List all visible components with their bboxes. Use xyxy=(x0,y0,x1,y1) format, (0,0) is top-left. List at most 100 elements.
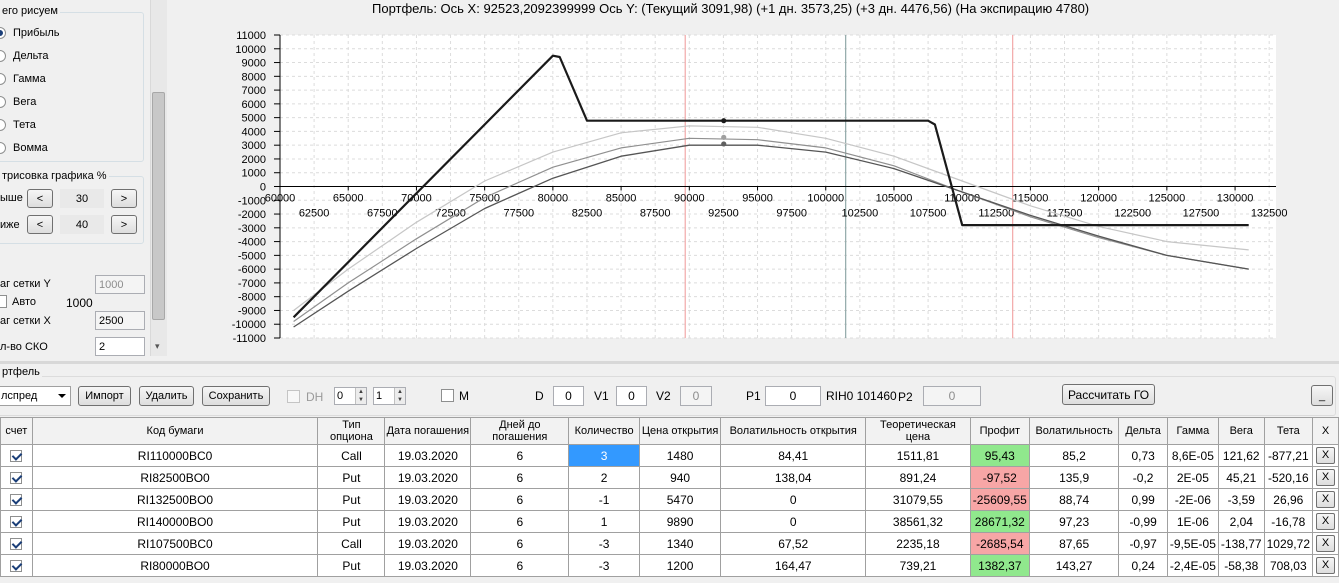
cell-theta[interactable]: 708,03 xyxy=(1263,554,1314,577)
cell-date[interactable]: 19.03.2020 xyxy=(384,466,472,489)
v2-input[interactable]: 0 xyxy=(680,386,712,406)
cell-open-vol[interactable]: 0 xyxy=(720,510,867,533)
cell-type[interactable]: Put xyxy=(317,510,386,533)
save-button[interactable]: Сохранить xyxy=(202,386,270,406)
remove-row-button[interactable]: X xyxy=(1316,469,1335,486)
cell-days[interactable]: 6 xyxy=(470,532,570,555)
data-point[interactable] xyxy=(721,141,727,147)
cell-profit[interactable]: 1382,37 xyxy=(969,554,1030,577)
grid-x-input[interactable]: 2500 xyxy=(95,311,145,330)
cell-qty[interactable]: -3 xyxy=(568,554,640,577)
cell-gamma[interactable]: -2E-06 xyxy=(1166,488,1219,511)
cell-theo[interactable]: 1511,81 xyxy=(865,444,971,467)
radio-option-gamma[interactable]: Гамма xyxy=(0,71,46,87)
cell-vol[interactable]: 88,74 xyxy=(1028,488,1120,511)
cell-gamma[interactable]: -2,4E-05 xyxy=(1166,554,1219,577)
cell-vol[interactable]: 97,23 xyxy=(1028,510,1120,533)
cell-open-price[interactable]: 1200 xyxy=(638,554,722,577)
scroll-down-icon[interactable]: ▾ xyxy=(155,341,160,352)
p1-input[interactable]: 0 xyxy=(765,386,821,406)
spin-1[interactable]: 0 ▲ ▼ xyxy=(334,387,367,405)
cell-vol[interactable]: 87,65 xyxy=(1028,532,1120,555)
spin-2[interactable]: 1 ▲ ▼ xyxy=(373,387,406,405)
updown-icon[interactable]: ▲ ▼ xyxy=(394,388,405,404)
grid-y-input[interactable]: 1000 xyxy=(95,275,145,294)
radio-button[interactable] xyxy=(0,96,6,108)
splitter[interactable] xyxy=(0,361,1339,364)
radio-option-theta[interactable]: Тета xyxy=(0,117,36,133)
cell-open-price[interactable]: 940 xyxy=(638,466,722,489)
import-button[interactable]: Импорт xyxy=(78,386,131,406)
cell-theta[interactable]: 1029,72 xyxy=(1263,532,1314,555)
cell-theo[interactable]: 739,21 xyxy=(865,554,971,577)
cell-vol[interactable]: 143,27 xyxy=(1028,554,1120,577)
d-input[interactable]: 0 xyxy=(553,386,584,406)
remove-row-button[interactable]: X xyxy=(1316,447,1335,464)
below-decrease-button[interactable]: < xyxy=(27,215,53,234)
column-header[interactable]: Теоретическая цена xyxy=(865,417,971,445)
cell-theta[interactable]: -16,78 xyxy=(1263,510,1314,533)
cell-days[interactable]: 6 xyxy=(470,554,570,577)
data-point[interactable] xyxy=(721,118,727,124)
calculate-go-button[interactable]: Рассчитать ГО xyxy=(1062,384,1155,405)
cell-days[interactable]: 6 xyxy=(470,466,570,489)
cell-code[interactable]: RI107500BC0 xyxy=(31,532,319,555)
remove-row-button[interactable]: X xyxy=(1316,557,1335,574)
p2-input[interactable]: 0 xyxy=(923,386,981,406)
radio-button[interactable] xyxy=(0,27,6,39)
column-header[interactable]: Цена открытия xyxy=(638,417,722,445)
cell-theta[interactable]: -520,16 xyxy=(1263,466,1314,489)
dh-checkbox[interactable] xyxy=(287,390,300,403)
radio-button[interactable] xyxy=(0,142,6,154)
above-increase-button[interactable]: > xyxy=(111,189,137,208)
cell-days[interactable]: 6 xyxy=(470,488,570,511)
auto-grid-checkbox[interactable] xyxy=(0,295,7,308)
cell-gamma[interactable]: 8,6E-05 xyxy=(1166,444,1219,467)
include-checkbox[interactable] xyxy=(10,560,23,573)
cell-profit[interactable]: 95,43 xyxy=(969,444,1030,467)
cell-vol[interactable]: 85,2 xyxy=(1028,444,1120,467)
cell-type[interactable]: Put xyxy=(317,466,386,489)
above-value[interactable]: 30 xyxy=(60,189,104,208)
include-checkbox[interactable] xyxy=(10,494,23,507)
cell-qty[interactable]: 1 xyxy=(568,510,640,533)
cell-open-price[interactable]: 9890 xyxy=(638,510,722,533)
column-header[interactable]: Вега xyxy=(1217,417,1265,445)
cell-vega[interactable]: 2,04 xyxy=(1217,510,1265,533)
cell-vol[interactable]: 135,9 xyxy=(1028,466,1120,489)
cell-vega[interactable]: -58,38 xyxy=(1217,554,1265,577)
remove-row-button[interactable]: X xyxy=(1316,535,1335,552)
cell-theo[interactable]: 38561,32 xyxy=(865,510,971,533)
sko-input[interactable]: 2 xyxy=(95,337,145,356)
cell-gamma[interactable]: -9,5E-05 xyxy=(1166,532,1219,555)
cell-date[interactable]: 19.03.2020 xyxy=(384,510,472,533)
cell-vega[interactable]: 45,21 xyxy=(1217,466,1265,489)
include-checkbox[interactable] xyxy=(10,450,23,463)
cell-profit[interactable]: -2685,54 xyxy=(969,532,1030,555)
include-checkbox[interactable] xyxy=(10,538,23,551)
cell-days[interactable]: 6 xyxy=(470,510,570,533)
table-row[interactable]: RI107500BC0 Call 19.03.2020 6 -3 1340 67,52 223… xyxy=(0,532,1339,555)
data-point[interactable] xyxy=(721,134,727,140)
table-row[interactable]: RI140000BO0 Put 19.03.2020 6 1 9890 0 38561,32 2… xyxy=(0,510,1339,533)
cell-gamma[interactable]: 2E-05 xyxy=(1166,466,1219,489)
cell-open-vol[interactable]: 67,52 xyxy=(720,532,867,555)
cell-open-price[interactable]: 5470 xyxy=(638,488,722,511)
profit-chart[interactable]: 1100010000900080007000600050004000300020… xyxy=(168,16,1338,356)
cell-type[interactable]: Put xyxy=(317,554,386,577)
cell-qty[interactable]: -3 xyxy=(568,532,640,555)
cell-theo[interactable]: 2235,18 xyxy=(865,532,971,555)
delete-button[interactable]: Удалить xyxy=(139,386,194,406)
cell-profit[interactable]: -97,52 xyxy=(969,466,1030,489)
column-header[interactable]: счет xyxy=(0,417,33,445)
cell-code[interactable]: RI80000BO0 xyxy=(31,554,319,577)
radio-button[interactable] xyxy=(0,119,6,131)
cell-theo[interactable]: 891,24 xyxy=(865,466,971,489)
cell-profit[interactable]: 28671,32 xyxy=(969,510,1030,533)
column-header[interactable]: Гамма xyxy=(1166,417,1219,445)
column-header[interactable]: Дней до погашения xyxy=(470,417,570,445)
table-row[interactable]: RI80000BO0 Put 19.03.2020 6 -3 1200 164,47 739,… xyxy=(0,554,1339,577)
radio-option-profit[interactable]: Прибыль xyxy=(0,25,60,41)
cell-type[interactable]: Call xyxy=(317,444,386,467)
v1-input[interactable]: 0 xyxy=(616,386,647,406)
